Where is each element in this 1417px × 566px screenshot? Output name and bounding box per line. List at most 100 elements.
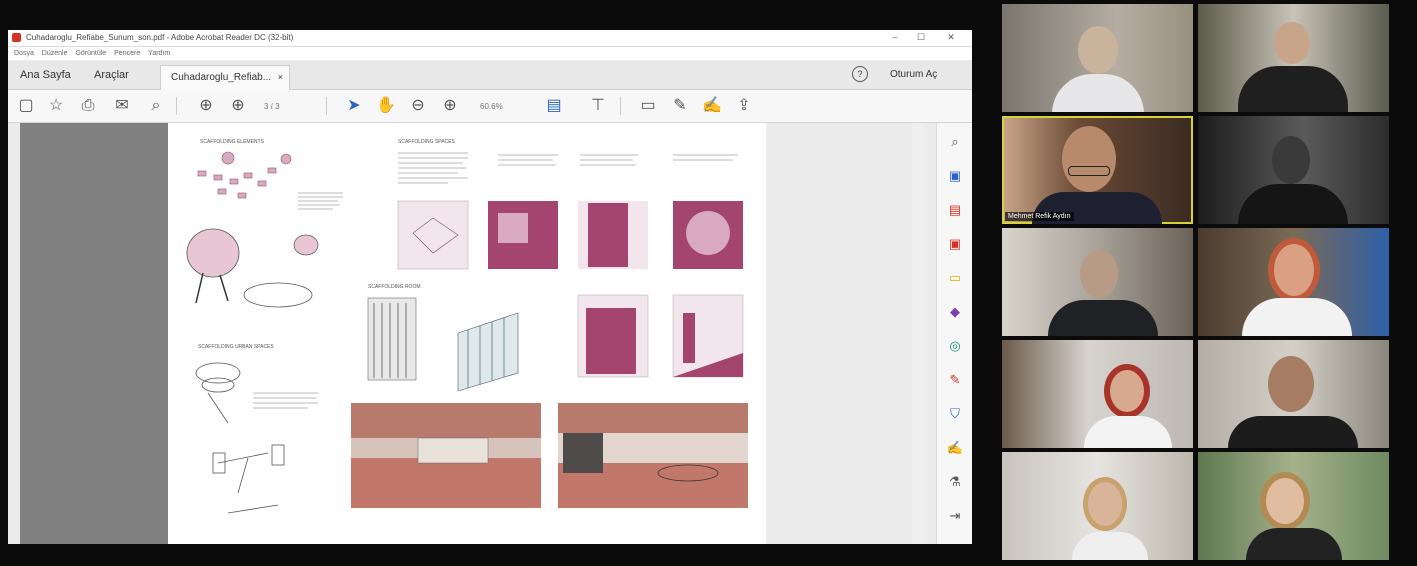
tab-home[interactable]: Ana Sayfa <box>20 69 71 81</box>
menu-help[interactable]: Yardım <box>148 50 170 57</box>
document-tab-label: Cuhadaroglu_Refiab... <box>171 72 272 83</box>
tab-document[interactable]: Cuhadaroglu_Refiab... × <box>160 65 290 90</box>
participant-face <box>1274 244 1314 296</box>
email-icon[interactable]: ✉ <box>112 96 132 116</box>
next-page-icon[interactable]: ⊕ <box>228 96 248 116</box>
glasses-icon <box>1068 166 1110 176</box>
diagram-thumbnails-row1 <box>397 200 743 270</box>
more-tools-icon[interactable]: ⚗ <box>946 473 964 491</box>
zoom-out-icon[interactable]: ⊖ <box>408 96 428 116</box>
participant-video[interactable] <box>1198 340 1389 448</box>
menu-edit[interactable]: Düzenle <box>42 50 68 57</box>
close-window-button[interactable]: ✕ <box>944 32 958 43</box>
sign-icon[interactable]: ✍ <box>702 96 722 116</box>
interior-render-left <box>351 403 541 508</box>
axonometric-modules <box>197 151 292 199</box>
pen-icon[interactable]: ✎ <box>670 96 690 116</box>
menu-file[interactable]: Dosya <box>14 50 34 57</box>
participant-name: Mehmet Refik Aydın <box>1005 212 1074 221</box>
participant-face <box>1080 250 1118 298</box>
minimize-button[interactable]: – <box>888 32 902 42</box>
menu-window[interactable]: Pencere <box>114 50 140 57</box>
participant-video[interactable] <box>1002 340 1193 448</box>
acrobat-app-icon <box>12 33 21 42</box>
participant-body <box>1238 66 1348 112</box>
text-block-lines <box>253 392 318 409</box>
close-tab-icon[interactable]: × <box>278 72 283 82</box>
participant-video[interactable] <box>1002 4 1193 112</box>
search-icon[interactable]: ⌕ <box>146 96 166 116</box>
zoom-search-icon[interactable]: ⌕ <box>946 133 964 151</box>
menu-view[interactable]: Görüntüle <box>75 50 106 57</box>
edit-pdf-icon[interactable]: ▤ <box>946 201 964 219</box>
tab-bar: Ana Sayfa Araçlar Cuhadaroglu_Refiab... … <box>8 61 972 90</box>
participant-video-active[interactable]: Mehmet Refik Aydın <box>1002 116 1193 224</box>
participant-video[interactable] <box>1198 116 1389 224</box>
participant-face <box>1062 126 1116 192</box>
pdf-page[interactable]: SCAFFOLDING ELEMENTS SCAFFOLDING SPACES … <box>168 123 766 544</box>
pdf-viewer: SCAFFOLDING ELEMENTS SCAFFOLDING SPACES … <box>20 123 766 544</box>
maximize-button[interactable]: ☐ <box>914 32 928 43</box>
participant-face <box>1272 136 1310 184</box>
fill-sign-icon[interactable]: ✎ <box>946 371 964 389</box>
combine-files-icon[interactable]: ◆ <box>946 303 964 321</box>
menu-bar: Dosya Düzenle Görüntüle Pencere Yardım <box>8 47 972 60</box>
page-number-field[interactable]: 3 / 3 <box>264 102 280 111</box>
participant-face <box>1266 478 1304 524</box>
stamp-icon[interactable]: ⊤ <box>588 96 608 116</box>
window-title: Cuhadaroglu_Refiabe_Sunum_son.pdf - Adob… <box>26 33 294 42</box>
help-icon[interactable]: ? <box>852 66 868 82</box>
print-icon[interactable]: ⎙ <box>78 96 98 116</box>
zoom-level-select[interactable]: 60.6% <box>480 102 503 111</box>
section-heading-elements: SCAFFOLDING ELEMENTS <box>200 139 265 145</box>
interior-render-right <box>558 403 748 508</box>
participant-face <box>1110 370 1144 412</box>
send-for-signature-icon[interactable]: ✍ <box>946 439 964 457</box>
participant-body <box>1246 528 1342 560</box>
participant-face <box>1088 482 1122 526</box>
pdf-page-content: SCAFFOLDING ELEMENTS SCAFFOLDING SPACES … <box>186 139 748 514</box>
create-pdf-icon[interactable]: ▣ <box>946 235 964 253</box>
bookmark-star-icon[interactable]: ☆ <box>46 96 66 116</box>
fit-page-icon[interactable]: ▤ <box>544 96 564 116</box>
toolbar-divider <box>326 97 327 115</box>
share-icon[interactable]: ⇪ <box>734 96 754 116</box>
participant-face <box>1268 356 1314 412</box>
section-heading-spaces: SCAFFOLDING SPACES <box>398 139 456 145</box>
signin-link[interactable]: Oturum Aç <box>890 69 937 80</box>
participant-video[interactable] <box>1198 452 1389 560</box>
zoom-in-icon[interactable]: ⊕ <box>440 96 460 116</box>
comment-icon[interactable]: ▭ <box>638 96 658 116</box>
participant-video[interactable] <box>1002 452 1193 560</box>
participant-face <box>1078 26 1118 74</box>
urban-sketch <box>195 362 285 514</box>
comment-tool-icon[interactable]: ▭ <box>946 269 964 287</box>
tools-pane: ⌕ ▣ ▤ ▣ ▭ ◆ ◎ ✎ ⛉ ✍ ⚗ ⇥ <box>936 123 972 544</box>
participant-face <box>1274 22 1310 64</box>
title-bar: Cuhadaroglu_Refiabe_Sunum_son.pdf - Adob… <box>8 30 972 47</box>
sphere-drawing <box>186 228 319 308</box>
toolbar-divider <box>176 97 177 115</box>
section-heading-urban: SCAFFOLDING URBAN SPACES <box>198 344 274 350</box>
protect-icon[interactable]: ⛉ <box>946 405 964 423</box>
collapse-pane-icon[interactable]: ⇥ <box>946 507 964 525</box>
select-cursor-icon[interactable]: ➤ <box>344 96 364 116</box>
shared-screen: Cuhadaroglu_Refiabe_Sunum_son.pdf - Adob… <box>8 30 972 544</box>
hand-tool-icon[interactable]: ✋ <box>376 96 396 116</box>
participant-video[interactable] <box>1198 4 1389 112</box>
toolbar-divider <box>620 97 621 115</box>
participant-video[interactable] <box>1002 228 1193 336</box>
toolbar: ▢ ☆ ⎙ ✉ ⌕ ⊕ ⊕ 3 / 3 ➤ ✋ ⊖ ⊕ 60.6% ▤ ⊤ ▭ … <box>8 90 972 123</box>
vertical-scrollbar[interactable] <box>912 123 924 544</box>
save-icon[interactable]: ▢ <box>16 96 36 116</box>
tab-tools[interactable]: Araçlar <box>94 69 129 81</box>
text-block-lines <box>298 192 343 210</box>
participant-body <box>1242 298 1352 336</box>
organize-pages-icon[interactable]: ◎ <box>946 337 964 355</box>
participant-video[interactable] <box>1198 228 1389 336</box>
export-pdf-icon[interactable]: ▣ <box>946 167 964 185</box>
section-heading-room: SCAFFOLDING ROOM <box>368 284 421 290</box>
text-block-lines <box>398 152 738 184</box>
prev-page-icon[interactable]: ⊕ <box>196 96 216 116</box>
participant-body <box>1048 300 1158 336</box>
